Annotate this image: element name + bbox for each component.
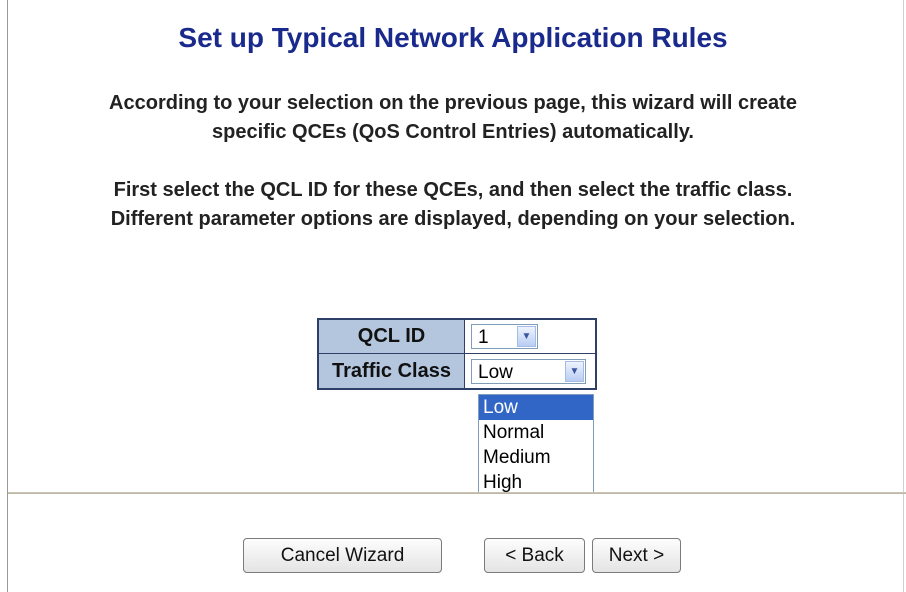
instruction-paragraph: First select the QCL ID for these QCEs, … [0,176,906,234]
next-button[interactable]: Next > [592,538,681,573]
qcl-id-cell: 1 ▼ [464,318,597,354]
intro-paragraph: According to your selection on the previ… [0,89,906,147]
qcl-id-select[interactable]: 1 ▼ [471,324,538,349]
intro-line-1: According to your selection on the previ… [109,92,797,114]
divider [8,492,906,494]
traffic-class-cell: Low ▼ [464,353,597,390]
instruction-line-1: First select the QCL ID for these QCEs, … [113,179,793,201]
traffic-class-select[interactable]: Low ▼ [471,358,586,384]
intro-line-2: specific QCEs (QoS Control Entries) auto… [212,121,694,143]
instruction-line-2: Different parameter options are displaye… [110,208,796,230]
qcl-settings-table: QCL ID 1 ▼ Traffic Class Low ▼ [317,318,597,390]
qcl-id-label: QCL ID [317,318,465,354]
traffic-class-option-low[interactable]: Low [479,395,593,420]
traffic-class-option-medium[interactable]: Medium [479,445,593,470]
traffic-class-label: Traffic Class [317,353,465,390]
qcl-id-value: 1 [478,327,489,348]
traffic-class-value: Low [478,361,513,383]
back-button[interactable]: < Back [484,538,585,573]
chevron-down-icon[interactable]: ▼ [517,326,536,347]
traffic-class-option-normal[interactable]: Normal [479,420,593,445]
traffic-class-row: Traffic Class Low ▼ [317,353,597,390]
qcl-id-row: QCL ID 1 ▼ [317,318,597,354]
chevron-down-icon[interactable]: ▼ [565,360,584,382]
traffic-class-dropdown-list: Low Normal Medium High [478,394,594,494]
cancel-wizard-button[interactable]: Cancel Wizard [243,538,442,573]
page-title: Set up Typical Network Application Rules [178,22,728,53]
